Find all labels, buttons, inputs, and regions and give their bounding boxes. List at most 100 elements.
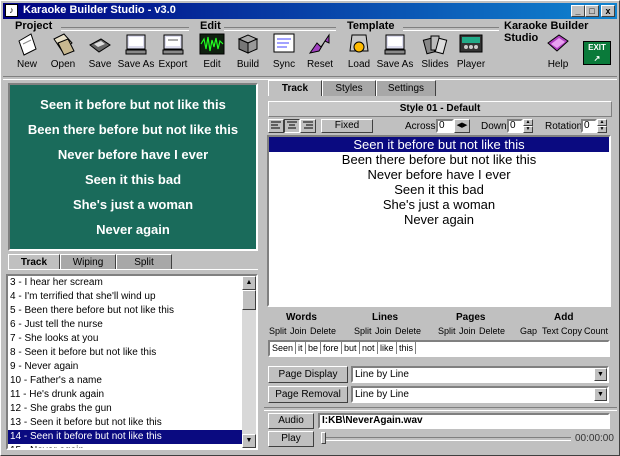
play-button[interactable]: Play [268,431,314,447]
load-button[interactable]: Load [339,31,379,73]
rotation-label: Rotation: [545,121,586,132]
chevron-down-icon[interactable]: ▼ [594,388,607,401]
line-item[interactable]: She's just a woman [269,197,609,212]
lines-delete-button[interactable]: Delete [395,326,421,336]
line-item[interactable]: Seen it before but not like this [269,137,609,152]
lines-split-button[interactable]: Split [354,326,372,336]
tab-track-left[interactable]: Track [8,254,60,270]
save-as-button[interactable]: Save As [116,31,156,73]
across-input[interactable]: 0 [436,119,454,133]
chevron-down-icon[interactable]: ▼ [594,368,607,381]
add-gap-button[interactable]: Gap [520,326,537,336]
save-button[interactable]: Save [80,31,120,73]
word-segment[interactable]: like [378,342,397,354]
lines-join-button[interactable]: Join [375,326,392,336]
pages-delete-button[interactable]: Delete [479,326,505,336]
track-list-scrollbar[interactable]: ▲ ▼ [242,276,256,448]
words-delete-button[interactable]: Delete [310,326,336,336]
line-item[interactable]: Never again [269,212,609,227]
audio-path-field[interactable]: I:KB\NeverAgain.wav [318,413,610,429]
list-item[interactable]: 6 - Just tell the nurse [8,318,242,332]
list-item[interactable]: 12 - She grabs the gun [8,402,242,416]
rotation-input[interactable]: 0 [581,119,597,133]
words-join-button[interactable]: Join [290,326,307,336]
open-button[interactable]: Open [43,31,83,73]
load-icon [346,31,372,57]
across-stepper[interactable]: ◀▶ [454,119,470,133]
list-item[interactable]: 13 - Seen it before but not like this [8,416,242,430]
left-align-icon[interactable] [268,119,284,133]
tab-track-right[interactable]: Track [268,80,322,96]
export-button[interactable]: Export [153,31,193,73]
list-item[interactable]: 4 - I'm terrified that she'll wind up [8,290,242,304]
tab-split[interactable]: Split [116,254,172,270]
scroll-up-button[interactable]: ▲ [242,276,256,290]
words-split-button[interactable]: Split [269,326,287,336]
minimize-button[interactable]: _ [571,5,585,17]
list-item[interactable]: 10 - Father's a name [8,374,242,388]
build-button[interactable]: Build [228,31,268,73]
list-item[interactable]: 8 - Seen it before but not like this [8,346,242,360]
list-item[interactable]: 14 - Seen it before but not like this [8,430,242,444]
rotation-stepper[interactable]: ▲ ▼ [597,119,607,133]
list-item[interactable]: 7 - She looks at you [8,332,242,346]
line-item[interactable]: Never before have I ever [269,167,609,182]
word-segment[interactable]: fore [321,342,342,354]
line-item[interactable]: Been there before but not like this [269,152,609,167]
down-stepper[interactable]: ▲ ▼ [523,119,533,133]
add-count-button[interactable]: Count [584,326,608,336]
audio-button[interactable]: Audio [268,413,314,429]
down-label: Down: [481,121,510,132]
word-segment[interactable]: not [360,342,378,354]
maximize-button[interactable]: □ [585,5,599,17]
play-time: 00:00:00 [575,433,614,444]
pages-split-button[interactable]: Split [438,326,456,336]
list-item[interactable]: 5 - Been there before but not like this [8,304,242,318]
down-input[interactable]: 0 [507,119,523,133]
add-text-copy-button[interactable]: Text Copy [542,326,582,336]
list-item[interactable]: 15 - Never again [8,444,242,448]
line-item[interactable]: Seen it this bad [269,182,609,197]
scroll-thumb[interactable] [242,290,256,310]
tab-styles[interactable]: Styles [322,80,376,96]
new-button[interactable]: New [7,31,47,73]
word-segment[interactable]: Seen [270,342,297,354]
tab-wiping[interactable]: Wiping [60,254,116,270]
exit-button[interactable]: EXIT ↗ [583,41,611,65]
close-button[interactable]: x [601,5,615,17]
slides-button[interactable]: Slides [415,31,455,73]
main-window: ♪ Karaoke Builder Studio - v3.0 _ □ x Pr… [0,0,620,456]
sync-button[interactable]: Sync [264,31,304,73]
track-list[interactable]: 3 - I hear her scream 4 - I'm terrified t… [6,274,258,450]
seek-slider[interactable] [321,432,571,444]
list-item[interactable]: 9 - Never again [8,360,242,374]
template-save-as-icon [382,31,408,57]
line-list[interactable]: Seen it before but not like this Been the… [267,135,611,307]
center-align-icon[interactable] [284,119,300,133]
waveform-icon [199,31,225,57]
word-segment[interactable]: be [306,342,322,354]
preview-line: Never again [96,222,170,237]
seek-thumb[interactable] [321,432,326,444]
template-save-as-button[interactable]: Save As [375,31,415,73]
page-removal-select[interactable]: Line by Line ▼ [351,386,609,403]
page-display-select[interactable]: Line by Line ▼ [351,366,609,383]
list-item[interactable]: 11 - He's drunk again [8,388,242,402]
word-segment[interactable]: but [342,342,360,354]
list-item[interactable]: 3 - I hear her scream [8,276,242,290]
page-removal-button[interactable]: Page Removal [268,386,348,403]
pages-join-button[interactable]: Join [459,326,476,336]
player-button[interactable]: Player [451,31,491,73]
right-align-icon[interactable] [300,119,316,133]
scroll-down-button[interactable]: ▼ [242,434,256,448]
tab-settings[interactable]: Settings [376,80,436,96]
word-segment[interactable]: this [397,342,417,354]
help-button[interactable]: Help [538,31,578,73]
word-segment-bar[interactable]: Seen it be fore but not like this [268,340,610,357]
page-display-button[interactable]: Page Display [268,366,348,383]
help-icon [545,31,571,57]
word-segment[interactable]: it [296,342,306,354]
fixed-button[interactable]: Fixed [321,119,373,133]
reset-button[interactable]: Reset [300,31,340,73]
edit-button[interactable]: Edit [192,31,232,73]
